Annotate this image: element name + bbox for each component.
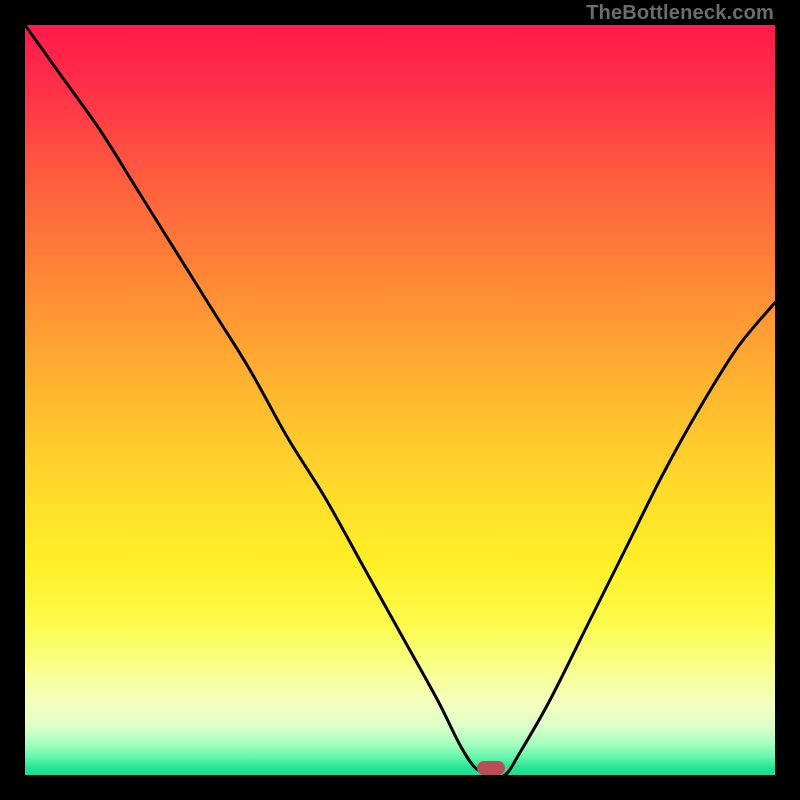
notch-marker [477,761,505,775]
watermark-label: TheBottleneck.com [586,2,774,25]
chart-frame: { "watermark": "TheBottleneck.com", "plo… [0,0,800,800]
curve [25,25,775,775]
plot-area [25,25,775,775]
